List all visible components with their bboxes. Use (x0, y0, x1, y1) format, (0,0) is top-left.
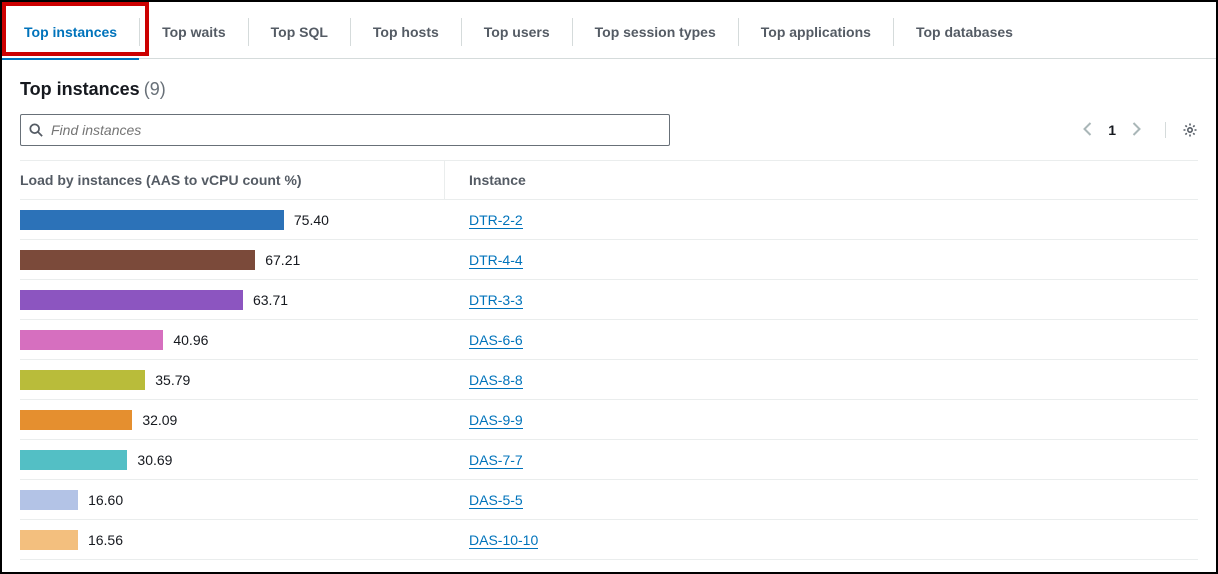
tab-top-databases[interactable]: Top databases (894, 18, 1035, 46)
table-row: 30.69 DAS-7-7 (20, 440, 1198, 480)
tab-top-sql[interactable]: Top SQL (249, 18, 351, 46)
tab-top-session-types[interactable]: Top session types (573, 18, 739, 46)
prev-page[interactable] (1083, 122, 1092, 139)
instance-cell: DAS-6-6 (445, 332, 523, 348)
load-bar (20, 210, 284, 230)
table-row: 40.96 DAS-6-6 (20, 320, 1198, 360)
tab-top-instances[interactable]: Top instances (2, 18, 140, 46)
settings-button[interactable] (1165, 122, 1198, 138)
load-bar (20, 370, 145, 390)
load-value: 40.96 (173, 332, 208, 348)
tabs: Top instances Top waits Top SQL Top host… (2, 2, 1216, 59)
page-title: Top instances (20, 79, 140, 100)
table-row: 35.79 DAS-8-8 (20, 360, 1198, 400)
load-cell: 35.79 (20, 370, 445, 390)
load-cell: 40.96 (20, 330, 445, 350)
search-box[interactable] (20, 114, 670, 146)
load-bar (20, 450, 127, 470)
load-bar (20, 530, 78, 550)
load-value: 32.09 (142, 412, 177, 428)
toolbar: 1 (20, 114, 1198, 146)
load-value: 67.21 (265, 252, 300, 268)
title-count: (9) (144, 79, 166, 100)
load-value: 30.69 (137, 452, 172, 468)
tab-top-hosts[interactable]: Top hosts (351, 18, 462, 46)
instance-cell: DTR-3-3 (445, 292, 523, 308)
page-number: 1 (1108, 122, 1116, 138)
search-icon (29, 123, 43, 137)
load-cell: 16.56 (20, 530, 445, 550)
col-header-load[interactable]: Load by instances (AAS to vCPU count %) (20, 161, 445, 199)
load-bar (20, 410, 132, 430)
tab-top-users[interactable]: Top users (462, 18, 573, 46)
table-row: 32.09 DAS-9-9 (20, 400, 1198, 440)
load-bar (20, 490, 78, 510)
load-value: 16.60 (88, 492, 123, 508)
load-value: 35.79 (155, 372, 190, 388)
instance-cell: DTR-4-4 (445, 252, 523, 268)
load-cell: 63.71 (20, 290, 445, 310)
instance-link[interactable]: DAS-9-9 (469, 412, 523, 429)
load-cell: 67.21 (20, 250, 445, 270)
instance-link[interactable]: DAS-7-7 (469, 452, 523, 469)
tab-top-applications[interactable]: Top applications (739, 18, 894, 46)
load-value: 16.56 (88, 532, 123, 548)
instance-link[interactable]: DAS-10-10 (469, 532, 538, 549)
next-page[interactable] (1132, 122, 1141, 139)
load-bar (20, 290, 243, 310)
instance-link[interactable]: DAS-8-8 (469, 372, 523, 389)
load-cell: 16.60 (20, 490, 445, 510)
instance-cell: DAS-5-5 (445, 492, 523, 508)
load-cell: 32.09 (20, 410, 445, 430)
load-bar (20, 330, 163, 350)
load-value: 63.71 (253, 292, 288, 308)
gear-icon (1182, 122, 1198, 138)
load-bar (20, 250, 255, 270)
table-row: 63.71 DTR-3-3 (20, 280, 1198, 320)
table-row: 16.60 DAS-5-5 (20, 480, 1198, 520)
load-cell: 30.69 (20, 450, 445, 470)
table-row: 16.56 DAS-10-10 (20, 520, 1198, 560)
pager: 1 (1083, 122, 1198, 139)
instance-cell: DAS-9-9 (445, 412, 523, 428)
table-body: 75.40 DTR-2-2 67.21 DTR-4-4 63.71 DTR-3-3 40.9… (20, 200, 1198, 560)
load-cell: 75.40 (20, 210, 445, 230)
search-input[interactable] (43, 122, 661, 138)
instance-cell: DAS-10-10 (445, 532, 538, 548)
tab-top-waits[interactable]: Top waits (140, 18, 249, 46)
instance-link[interactable]: DTR-2-2 (469, 212, 523, 229)
content: Top instances (9) 1 Load by instances (A… (2, 59, 1216, 560)
instance-link[interactable]: DTR-3-3 (469, 292, 523, 309)
instance-cell: DAS-8-8 (445, 372, 523, 388)
title-row: Top instances (9) (20, 79, 1198, 100)
instance-cell: DTR-2-2 (445, 212, 523, 228)
table-row: 67.21 DTR-4-4 (20, 240, 1198, 280)
col-header-instance[interactable]: Instance (445, 172, 526, 188)
table-row: 75.40 DTR-2-2 (20, 200, 1198, 240)
instance-cell: DAS-7-7 (445, 452, 523, 468)
instance-link[interactable]: DAS-5-5 (469, 492, 523, 509)
instance-link[interactable]: DTR-4-4 (469, 252, 523, 269)
load-value: 75.40 (294, 212, 329, 228)
instance-link[interactable]: DAS-6-6 (469, 332, 523, 349)
table-header: Load by instances (AAS to vCPU count %) … (20, 160, 1198, 200)
